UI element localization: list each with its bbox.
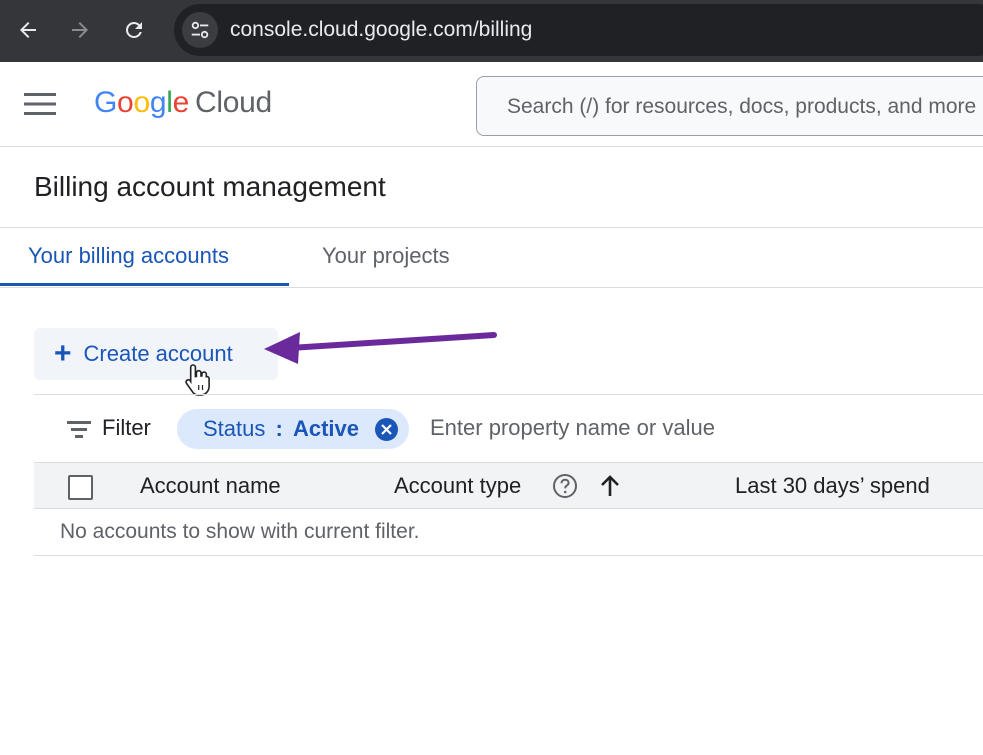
hamburger-menu-icon bbox=[24, 93, 56, 115]
empty-state-message: No accounts to show with current filter. bbox=[60, 520, 420, 543]
logo-letter: g bbox=[149, 86, 167, 119]
logo-letter: G bbox=[94, 86, 118, 119]
arrow-left-icon bbox=[20, 22, 36, 38]
address-bar[interactable]: console.cloud.google.com/billing bbox=[174, 4, 983, 56]
forward-button[interactable] bbox=[62, 12, 98, 48]
column-header-account-type[interactable]: Account type bbox=[394, 473, 521, 499]
chip-key: Status bbox=[203, 416, 266, 441]
search-input[interactable]: Search (/) for resources, docs, products… bbox=[476, 76, 983, 136]
column-header-last-30-days-spend[interactable]: Last 30 days’ spend bbox=[735, 473, 930, 499]
reload-icon bbox=[126, 22, 142, 38]
select-all-checkbox[interactable] bbox=[68, 475, 93, 500]
hand-pointer-icon bbox=[185, 364, 210, 396]
app-header: Google Cloud Search (/) for resources, do… bbox=[0, 62, 983, 147]
arrow-right-icon bbox=[72, 22, 88, 38]
tab-your-billing-accounts[interactable]: Your billing accounts bbox=[28, 243, 229, 269]
site-info-button[interactable] bbox=[182, 12, 218, 48]
chip-text: Status : Active bbox=[203, 416, 359, 442]
chip-separator: : bbox=[275, 416, 283, 441]
filter-input[interactable] bbox=[430, 415, 950, 441]
reload-button[interactable] bbox=[116, 12, 152, 48]
filter-label: Filter bbox=[102, 415, 151, 440]
annotation-arrow-icon bbox=[264, 332, 497, 364]
chip-remove-button[interactable] bbox=[375, 418, 398, 441]
back-button[interactable] bbox=[10, 12, 46, 48]
tab-bar: Your billing accounts Your projects bbox=[0, 228, 983, 288]
close-icon bbox=[381, 424, 392, 435]
table-empty-row: No accounts to show with current filter. bbox=[34, 509, 983, 556]
browser-toolbar: console.cloud.google.com/billing bbox=[0, 0, 983, 62]
filter-bar: Filter Status : Active bbox=[34, 394, 983, 462]
column-header-account-name[interactable]: Account name bbox=[140, 473, 281, 499]
logo-letter: o bbox=[133, 86, 150, 119]
active-tab-indicator bbox=[0, 283, 289, 286]
help-icon[interactable] bbox=[552, 473, 578, 499]
logo-letter: o bbox=[117, 86, 134, 119]
tab-your-projects[interactable]: Your projects bbox=[322, 243, 450, 269]
logo-letter: e bbox=[172, 86, 190, 119]
chip-value: Active bbox=[292, 416, 359, 441]
main-menu-button[interactable] bbox=[22, 86, 58, 122]
search-placeholder: Search (/) for resources, docs, products… bbox=[507, 95, 977, 118]
tune-icon bbox=[191, 21, 209, 39]
create-account-button[interactable]: + Create account bbox=[34, 328, 278, 380]
url-text: console.cloud.google.com/billing bbox=[230, 18, 533, 41]
page-title: Billing account management bbox=[34, 171, 386, 202]
arrow-up-icon[interactable] bbox=[597, 473, 623, 499]
status-filter-chip[interactable]: Status : Active bbox=[177, 409, 409, 449]
filter-icon[interactable] bbox=[66, 417, 92, 441]
logo-product: Cloud bbox=[194, 86, 272, 119]
google-cloud-logo[interactable]: Google Cloud bbox=[94, 86, 272, 120]
table-header: Account name Account type Last 30 days’ … bbox=[34, 462, 983, 509]
plus-icon: + bbox=[54, 337, 72, 370]
page-title-bar: Billing account management bbox=[0, 147, 983, 228]
